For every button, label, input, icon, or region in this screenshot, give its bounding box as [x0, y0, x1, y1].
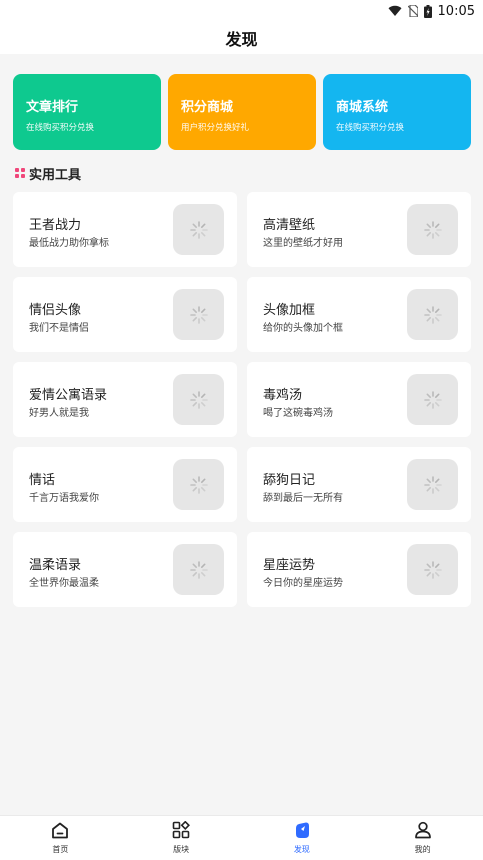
- tool-name: 毒鸡汤: [263, 388, 303, 403]
- loading-spinner-icon: [173, 544, 224, 595]
- tool-desc: 给你的头像加个框: [263, 323, 343, 334]
- tool-card[interactable]: 情侣头像 我们不是情侣: [13, 277, 237, 352]
- tool-name: 舔狗日记: [263, 473, 316, 488]
- tools-grid: 王者战力 最低战力助你拿标 高清壁纸 这里的壁纸才好用 情侣头像 我们不是情侣 …: [13, 192, 471, 607]
- banner-article-ranking[interactable]: 文章排行 在线购买积分兑换: [13, 74, 161, 150]
- grid-icon: [172, 820, 191, 841]
- banner-title: 文章排行: [26, 100, 79, 115]
- user-icon: [414, 821, 432, 841]
- tool-name: 高清壁纸: [263, 218, 316, 233]
- battery-icon: [423, 4, 432, 18]
- loading-spinner-icon: [173, 204, 224, 255]
- tool-desc: 我们不是情侣: [29, 323, 89, 334]
- tool-card[interactable]: 高清壁纸 这里的壁纸才好用: [247, 192, 471, 267]
- loading-spinner-icon: [173, 459, 224, 510]
- no-sim-icon: [407, 5, 418, 17]
- tool-desc: 千言万语我爱你: [29, 493, 99, 504]
- tool-desc: 这里的壁纸才好用: [263, 238, 343, 249]
- tool-card[interactable]: 毒鸡汤 喝了这碗毒鸡汤: [247, 362, 471, 437]
- banner-row: 文章排行 在线购买积分兑换 积分商城 用户积分兑换好礼 商城系统 在线购买积分兑…: [13, 74, 471, 150]
- tool-card[interactable]: 头像加框 给你的头像加个框: [247, 277, 471, 352]
- loading-spinner-icon: [407, 374, 458, 425]
- tool-name: 温柔语录: [29, 558, 82, 573]
- discover-icon: [293, 821, 311, 841]
- tool-card[interactable]: 情话 千言万语我爱你: [13, 447, 237, 522]
- tool-card[interactable]: 温柔语录 全世界你最温柔: [13, 532, 237, 607]
- loading-spinner-icon: [173, 289, 224, 340]
- status-bar: 10:05: [0, 0, 483, 22]
- tool-name: 王者战力: [29, 218, 82, 233]
- tool-name: 星座运势: [263, 558, 316, 573]
- tool-card[interactable]: 星座运势 今日你的星座运势: [247, 532, 471, 607]
- banner-title: 商城系统: [336, 100, 389, 115]
- tool-desc: 舔到最后一无所有: [263, 493, 343, 504]
- status-time: 10:05: [437, 3, 475, 19]
- tool-name: 头像加框: [263, 303, 316, 318]
- tool-desc: 好男人就是我: [29, 408, 89, 419]
- banner-points-mall[interactable]: 积分商城 用户积分兑换好礼: [168, 74, 316, 150]
- banner-mall-system[interactable]: 商城系统 在线购买积分兑换: [323, 74, 471, 150]
- section-header: 实用工具: [15, 164, 82, 183]
- wifi-icon: [388, 5, 402, 17]
- tool-name: 情侣头像: [29, 303, 82, 318]
- tab-label: 我的: [414, 845, 431, 854]
- tab-discover[interactable]: 发现: [242, 816, 363, 860]
- tab-mine[interactable]: 我的: [362, 816, 483, 860]
- tool-name: 爱情公寓语录: [29, 388, 108, 403]
- tool-name: 情话: [29, 473, 56, 488]
- banner-subtitle: 在线购买积分兑换: [26, 123, 95, 133]
- loading-spinner-icon: [407, 459, 458, 510]
- bottom-tab-bar: 首页 版块 发现 我的: [0, 815, 483, 860]
- top-navbar: 发现: [0, 22, 483, 54]
- tool-card[interactable]: 舔狗日记 舔到最后一无所有: [247, 447, 471, 522]
- banner-subtitle: 用户积分兑换好礼: [181, 123, 250, 133]
- home-icon: [51, 822, 69, 841]
- banner-title: 积分商城: [181, 100, 234, 115]
- loading-spinner-icon: [173, 374, 224, 425]
- section-title: 实用工具: [29, 167, 82, 183]
- loading-spinner-icon: [407, 204, 458, 255]
- tab-label: 版块: [173, 845, 190, 854]
- loading-spinner-icon: [407, 289, 458, 340]
- banner-subtitle: 在线购买积分兑换: [336, 123, 405, 133]
- loading-spinner-icon: [407, 544, 458, 595]
- tab-sections[interactable]: 版块: [121, 816, 242, 860]
- apps-grid-icon: [15, 168, 25, 178]
- tool-desc: 今日你的星座运势: [263, 578, 343, 589]
- tool-desc: 全世界你最温柔: [29, 578, 99, 589]
- tab-label: 首页: [52, 844, 69, 854]
- tab-home[interactable]: 首页: [0, 816, 121, 860]
- tool-desc: 最低战力助你拿标: [29, 238, 109, 249]
- page-title: 发现: [225, 30, 258, 49]
- tab-label: 发现: [293, 845, 310, 854]
- tool-card[interactable]: 爱情公寓语录 好男人就是我: [13, 362, 237, 437]
- tool-card[interactable]: 王者战力 最低战力助你拿标: [13, 192, 237, 267]
- tool-desc: 喝了这碗毒鸡汤: [263, 408, 333, 419]
